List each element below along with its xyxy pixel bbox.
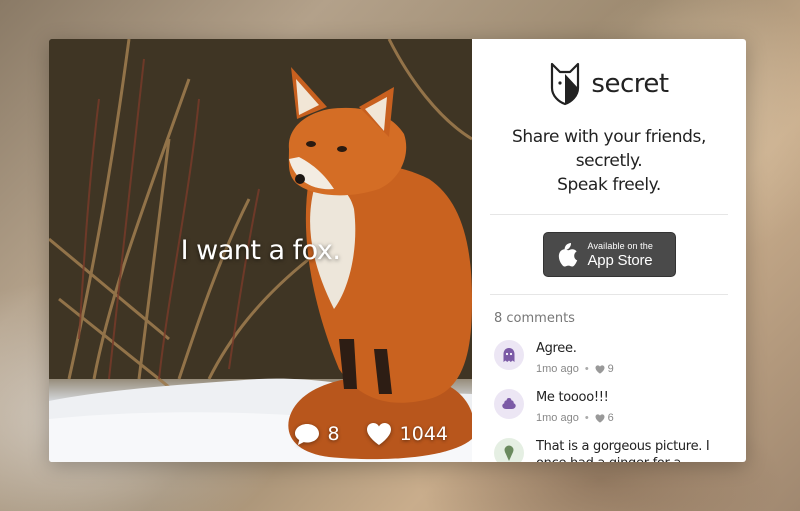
- side-panel: secret Share with your friends, secretly…: [472, 39, 746, 462]
- comment-like-count: 9: [607, 363, 614, 375]
- meta-separator-dot: •: [584, 363, 589, 375]
- avatar: [494, 438, 524, 462]
- ice-cream-icon: [504, 445, 514, 461]
- avatar: [494, 389, 524, 419]
- post-card: I want a fox. 8 1044 secret Share with y…: [49, 39, 746, 462]
- app-store-text: Available on the App Store: [587, 240, 653, 269]
- brand-name: secret: [591, 69, 669, 99]
- comment-text: That is a gorgeous picture. I once had a…: [536, 439, 710, 462]
- secret-logo-icon: [551, 62, 580, 106]
- post-stats: 8 1044: [294, 422, 448, 446]
- comment-meta: 1mo ago • 9: [536, 363, 730, 375]
- comment-like[interactable]: 6: [595, 412, 614, 424]
- comment-body: That is a gorgeous picture. I once had a…: [536, 438, 730, 462]
- comment-like[interactable]: 9: [595, 363, 614, 375]
- tagline-line-1: Share with your friends, secretly.: [512, 127, 706, 171]
- heart-icon: [595, 364, 605, 374]
- brand-header: secret: [472, 39, 746, 111]
- comment-item: Me toooo!!! 1mo ago • 6: [472, 389, 746, 424]
- comments-count: 8 comments: [494, 311, 575, 326]
- comment-body: Me toooo!!! 1mo ago • 6: [536, 389, 730, 424]
- speech-bubble-icon: [294, 424, 319, 445]
- comment-meta: 1mo ago • 6: [536, 412, 730, 424]
- tagline: Share with your friends, secretly. Speak…: [472, 111, 746, 197]
- heart-icon: [595, 413, 605, 423]
- comment-time: 1mo ago: [536, 412, 579, 424]
- comment-text: Me toooo!!!: [536, 390, 609, 405]
- app-store-button[interactable]: Available on the App Store: [542, 232, 676, 277]
- meta-separator-dot: •: [584, 412, 589, 424]
- comment-body: Agree. 1mo ago • 9: [536, 340, 730, 375]
- post-text: I want a fox.: [180, 235, 341, 266]
- comment-text: Agree.: [536, 341, 577, 356]
- app-store-small-label: Available on the: [587, 240, 653, 251]
- like-count: 1044: [399, 423, 448, 445]
- comment-item: Agree. 1mo ago • 9: [472, 340, 746, 375]
- swirl-icon: [502, 398, 516, 409]
- app-store-wrap: Available on the App Store: [472, 215, 746, 294]
- tagline-line-2: Speak freely.: [557, 175, 661, 195]
- comment-item: That is a gorgeous picture. I once had a…: [472, 438, 746, 462]
- app-store-big-label: App Store: [587, 251, 653, 269]
- apple-icon: [558, 242, 577, 267]
- likes-stat[interactable]: 1044: [366, 422, 448, 446]
- avatar: [494, 340, 524, 370]
- heart-icon: [366, 423, 391, 445]
- comments-stat[interactable]: 8: [294, 422, 340, 446]
- comment-count: 8: [327, 423, 340, 445]
- ghost-icon: [503, 348, 515, 362]
- comment-like-count: 6: [607, 412, 614, 424]
- comment-time: 1mo ago: [536, 363, 579, 375]
- post-photo[interactable]: I want a fox. 8 1044: [49, 39, 472, 462]
